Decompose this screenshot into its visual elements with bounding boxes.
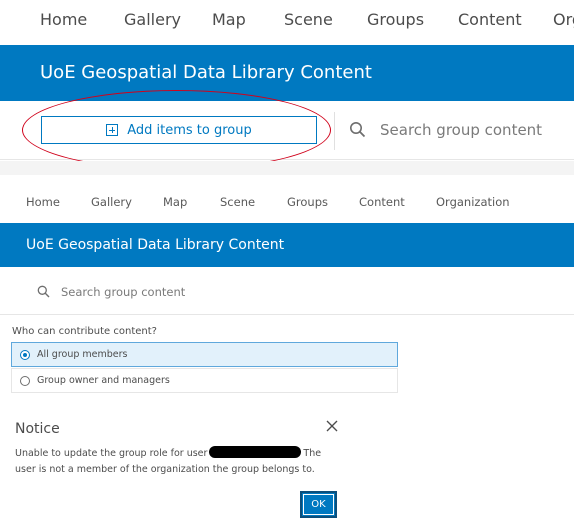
nav-home[interactable]: Home — [26, 195, 60, 209]
top-nav: Home Gallery Map Scene Groups Content Or… — [0, 0, 574, 45]
notice-title: Notice — [15, 421, 60, 437]
search-icon[interactable] — [37, 285, 50, 298]
top-nav-home[interactable]: Home — [40, 10, 87, 29]
top-search-input[interactable]: Search group content — [380, 121, 542, 139]
notice-message: Unable to update the group role for user… — [15, 446, 325, 478]
section-separator — [0, 161, 574, 175]
highlight-annotation — [22, 90, 331, 170]
top-group-title: UoE Geospatial Data Library Content — [40, 62, 372, 83]
option-all-members[interactable]: All group members — [11, 342, 398, 367]
search-input[interactable]: Search group content — [61, 285, 185, 299]
close-icon[interactable] — [324, 418, 340, 434]
top-nav-content[interactable]: Content — [458, 10, 522, 29]
nav-organization[interactable]: Organization — [436, 195, 510, 209]
group-title: UoE Geospatial Data Library Content — [26, 237, 285, 253]
redacted-username — [209, 446, 302, 458]
top-nav-gallery[interactable]: Gallery — [124, 10, 181, 29]
top-nav-organization[interactable]: Org — [553, 10, 574, 29]
option-label: Group owner and managers — [37, 375, 170, 386]
top-nav-groups[interactable]: Groups — [367, 10, 424, 29]
nav: Home Gallery Map Scene Groups Content Or… — [0, 176, 574, 223]
nav-scene[interactable]: Scene — [220, 195, 255, 209]
nav-gallery[interactable]: Gallery — [91, 195, 132, 209]
option-owner-managers[interactable]: Group owner and managers — [11, 368, 398, 393]
toolbar-divider — [334, 112, 335, 150]
notice-message-start: Unable to update the group role for user — [15, 448, 208, 459]
nav-content[interactable]: Content — [359, 195, 405, 209]
top-group-banner: UoE Geospatial Data Library Content — [0, 45, 574, 101]
top-nav-scene[interactable]: Scene — [284, 10, 333, 29]
ok-button[interactable]: OK — [300, 491, 337, 518]
option-label: All group members — [37, 349, 128, 360]
nav-map[interactable]: Map — [163, 195, 187, 209]
search-icon[interactable] — [349, 121, 366, 138]
radio-selected-icon[interactable] — [20, 349, 30, 360]
top-nav-map[interactable]: Map — [212, 10, 246, 29]
group-banner: UoE Geospatial Data Library Content — [0, 223, 574, 267]
radio-icon[interactable] — [20, 375, 30, 386]
contribute-label: Who can contribute content? — [12, 326, 157, 337]
nav-groups[interactable]: Groups — [287, 195, 328, 209]
